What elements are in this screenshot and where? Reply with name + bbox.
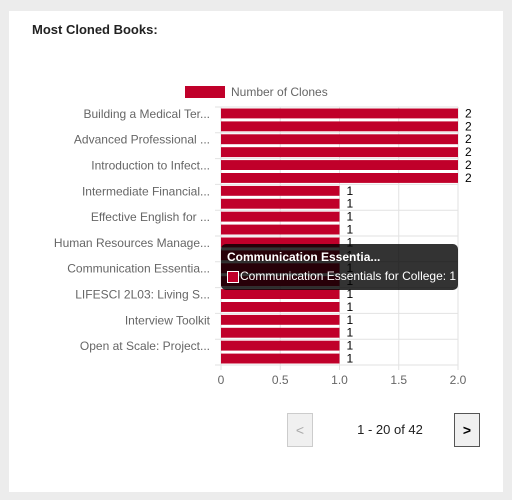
y-axis-label: Building a Medical Ter...: [83, 107, 210, 121]
x-axis-tick-label: 1.5: [390, 373, 407, 387]
bar: [221, 340, 340, 351]
bar-value-label: 2: [465, 132, 472, 146]
bar-value-label: 1: [347, 313, 354, 327]
bar: [221, 173, 458, 183]
bar: [221, 327, 340, 338]
bar: [221, 185, 340, 196]
y-axis-label: Effective English for ...: [91, 210, 210, 224]
tooltip-title: Communication Essentia...: [227, 250, 381, 264]
pagination-info: 1 - 20 of 42: [357, 422, 423, 437]
x-axis-tick-label: 0: [218, 373, 225, 387]
previous-page-button[interactable]: <: [287, 413, 313, 447]
bar-value-label: 2: [465, 145, 472, 159]
y-axis-label: Interview Toolkit: [125, 313, 211, 327]
x-axis-tick-label: 2.0: [450, 373, 467, 387]
y-axis-label: Intermediate Financial...: [82, 184, 210, 198]
legend-label: Number of Clones: [231, 85, 328, 99]
bar-value-label: 1: [347, 300, 354, 314]
bar: [221, 224, 340, 235]
bar-value-label: 2: [465, 158, 472, 172]
bar-value-label: 1: [347, 339, 354, 353]
bar-value-label: 1: [347, 223, 354, 237]
bar-value-label: 2: [465, 106, 472, 120]
bar-value-label: 2: [465, 119, 472, 133]
bar-value-label: 1: [347, 352, 354, 366]
bar: [221, 198, 340, 209]
y-axis-label: Open at Scale: Project...: [80, 339, 210, 353]
legend-swatch: [185, 86, 225, 98]
bar: [221, 302, 340, 312]
y-axis-label: Introduction to Infect...: [91, 159, 210, 173]
y-axis-label: Advanced Professional ...: [74, 133, 210, 147]
bar: [221, 134, 458, 145]
y-axis-label: LIFESCI 2L03: Living S...: [75, 288, 210, 302]
bar: [221, 289, 340, 299]
tooltip-body: Communication Essentials for College: 1: [240, 269, 457, 283]
bar-value-label: 1: [347, 197, 354, 211]
bar: [221, 160, 458, 170]
bar-value-label: 1: [347, 210, 354, 224]
bar-value-label: 1: [347, 326, 354, 340]
y-axis-label: Human Resources Manage...: [54, 236, 210, 250]
tooltip-color-swatch: [227, 271, 239, 283]
chart-tooltip: Communication Essentia... Communication …: [221, 244, 458, 290]
bar-value-label: 2: [465, 171, 472, 185]
next-page-button[interactable]: >: [454, 413, 480, 447]
bar: [221, 211, 340, 222]
bar: [221, 121, 458, 132]
y-axis-label: Communication Essentia...: [67, 262, 210, 276]
bar: [221, 353, 340, 364]
bar: [221, 147, 458, 158]
x-axis-tick-label: 1.0: [331, 373, 348, 387]
bar: [221, 314, 340, 325]
bar-value-label: 1: [347, 184, 354, 198]
bar: [221, 108, 458, 119]
x-axis-tick-label: 0.5: [272, 373, 289, 387]
